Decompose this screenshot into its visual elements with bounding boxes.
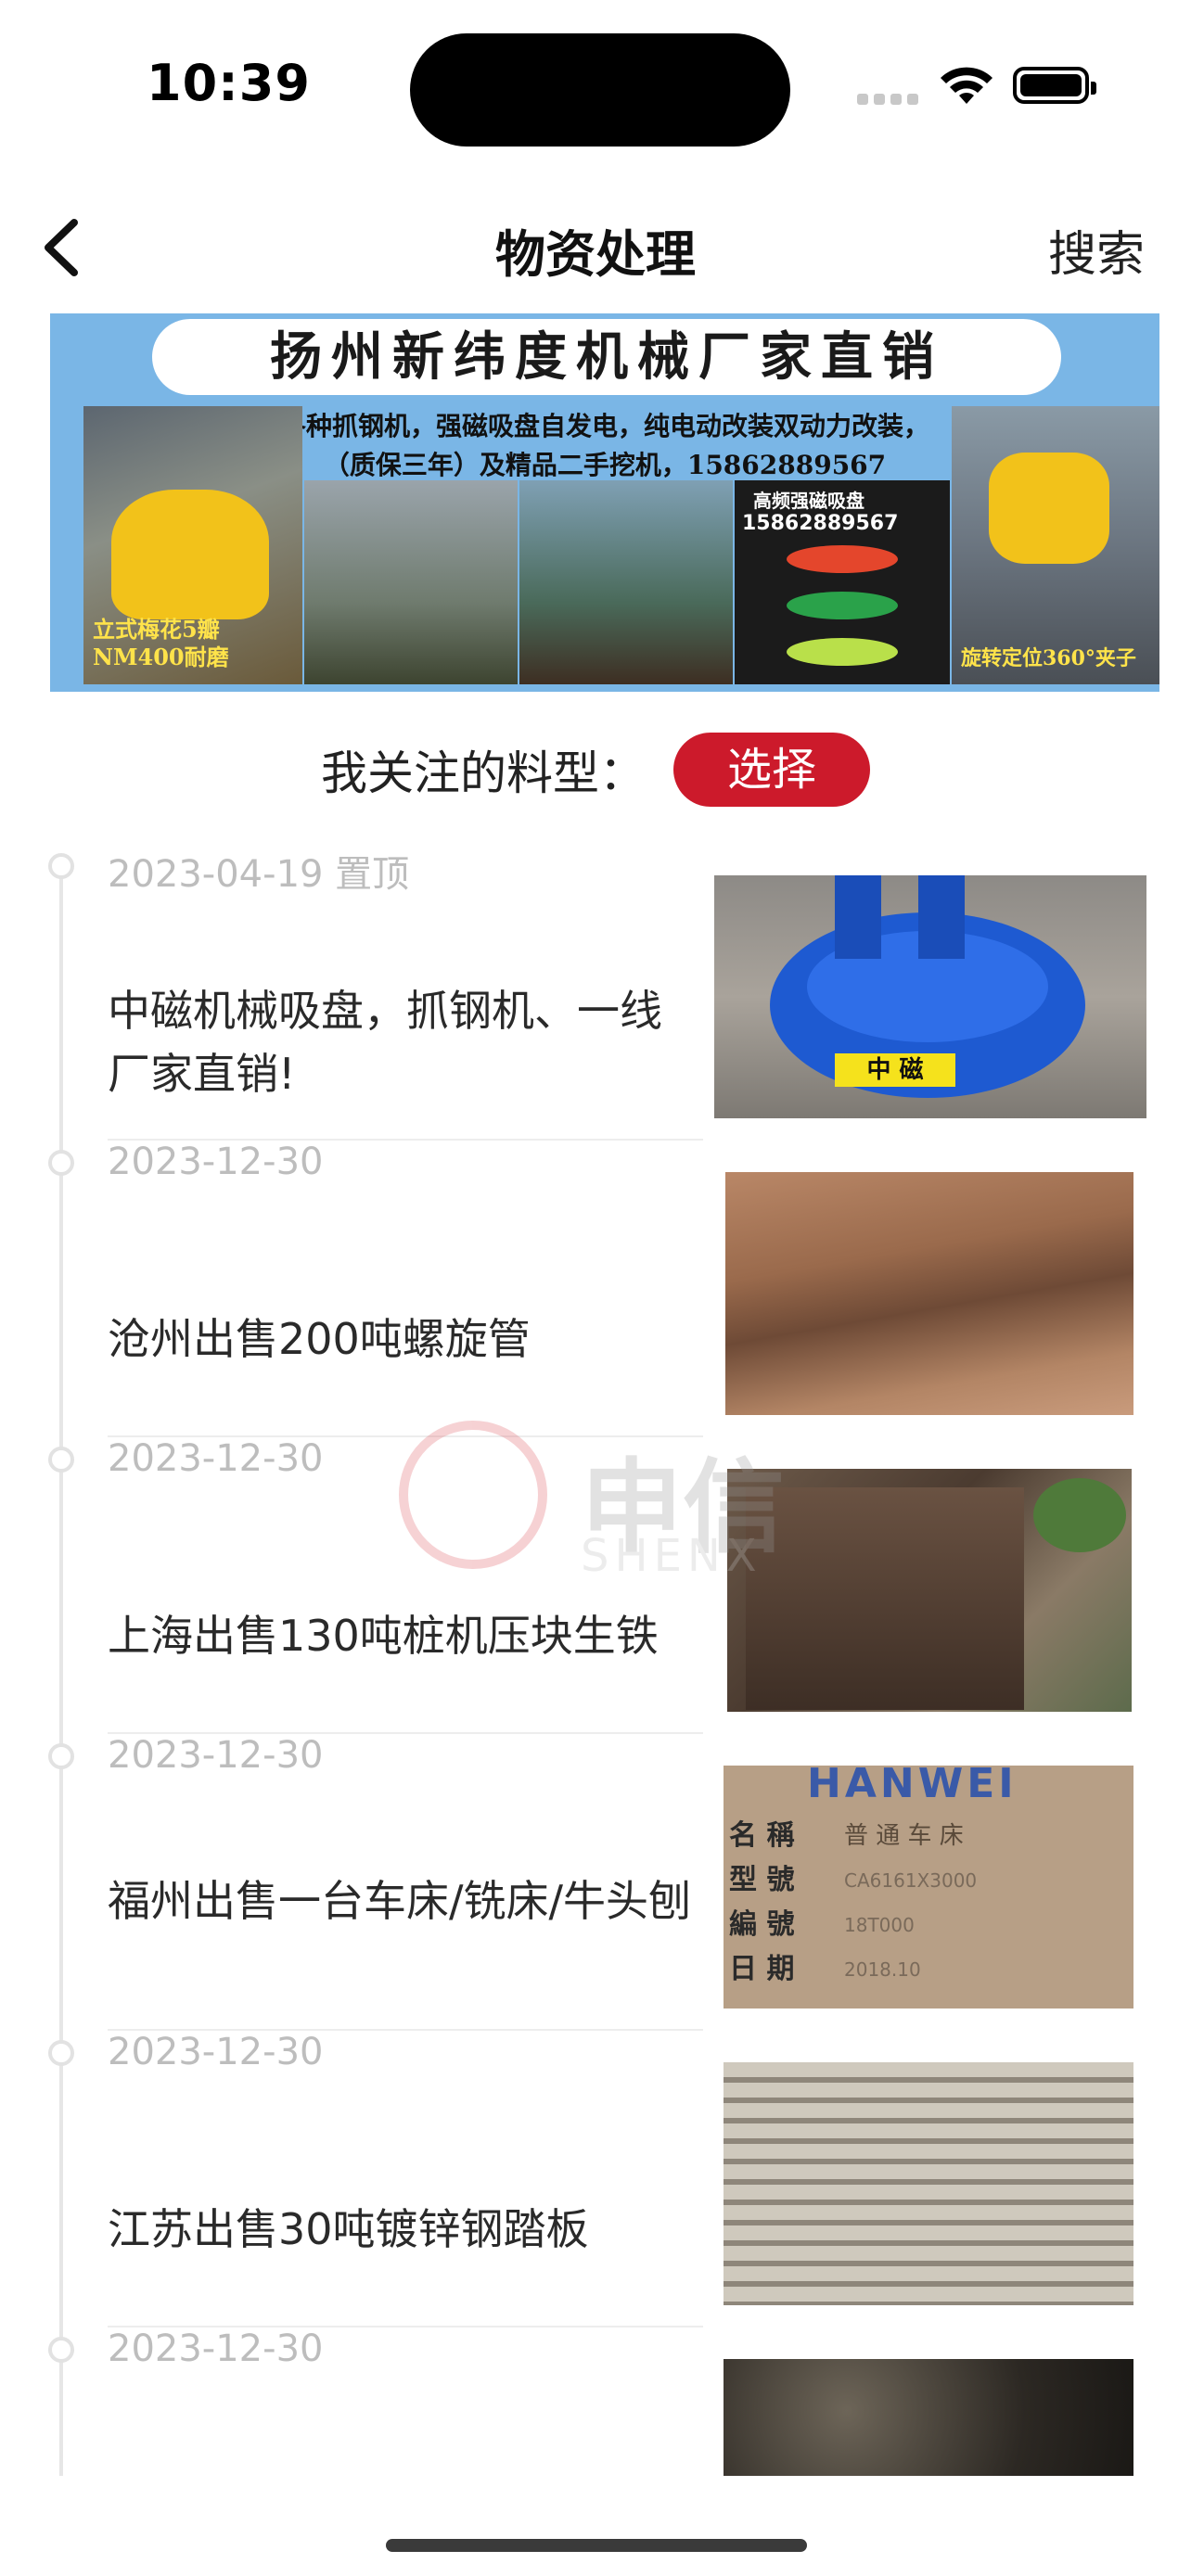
item-date: 2023-12-30 bbox=[108, 1734, 324, 1777]
advertisement-banner[interactable]: 扬州新纬度机械厂家直销 各种抓钢机，强磁吸盘自发电，纯电动改装双动力改装， （质… bbox=[50, 313, 1159, 692]
timeline-dot bbox=[48, 1150, 74, 1176]
cellular-signal-icon bbox=[857, 91, 924, 108]
item-thumbnail: HANWEI 名 稱 型 號 編 號 日 期 普 通 车 床 CA6161X30… bbox=[724, 1766, 1133, 2009]
banner-phone: 15862889567 bbox=[742, 512, 899, 535]
followed-material-label: 我关注的料型： bbox=[321, 746, 646, 800]
item-date: 2023-12-30 bbox=[108, 2031, 324, 2073]
item-title: 福州出售一台车床/铣床/牛头刨 bbox=[108, 1876, 691, 1926]
home-indicator[interactable] bbox=[386, 2539, 807, 2552]
item-title: 中磁机械吸盘，抓钢机、一线厂家直销! bbox=[108, 986, 662, 1099]
item-date: 2023-12-30 bbox=[108, 1437, 324, 1480]
listing-timeline: 2023-04-19 置顶 中磁机械吸盘，抓钢机、一线厂家直销! 中 磁 202… bbox=[0, 844, 1191, 2476]
nameplate-row-label: 名 稱 bbox=[729, 1819, 795, 1852]
nameplate-row-label: 日 期 bbox=[729, 1953, 795, 1985]
banner-excavator-photo-2 bbox=[519, 480, 733, 684]
item-title: 沧州出售200吨螺旋管 bbox=[108, 1314, 531, 1364]
banner-caption-left: 立式梅花5瓣 NM400耐磨 bbox=[93, 616, 229, 670]
item-title: 上海出售130吨桩机压块生铁 bbox=[108, 1611, 659, 1661]
timeline-dot bbox=[48, 2040, 74, 2066]
banner-caption-right: 旋转定位360°夹子 bbox=[961, 646, 1136, 670]
item-date: 2023-12-30 bbox=[108, 1141, 324, 1183]
timeline-dot bbox=[48, 2337, 74, 2363]
dynamic-island bbox=[410, 33, 790, 147]
nameplate-row-label: 型 號 bbox=[729, 1864, 795, 1896]
list-item[interactable]: 2023-12-30 江苏出售30吨镀锌钢踏板 bbox=[0, 2031, 1191, 2327]
status-time: 10:39 bbox=[147, 54, 311, 112]
nameplate-row-value: 2018.10 bbox=[844, 1958, 921, 1981]
item-date: 2023-04-19 置顶 bbox=[108, 853, 410, 896]
list-item[interactable]: 2023-12-30 bbox=[0, 2327, 1191, 2476]
list-item[interactable]: 2023-12-30 上海出售130吨桩机压块生铁 bbox=[0, 1437, 1191, 1734]
item-title: 江苏出售30吨镀锌钢踏板 bbox=[108, 2204, 589, 2254]
list-item[interactable]: 2023-12-30 福州出售一台车床/铣床/牛头刨 HANWEI 名 稱 型 … bbox=[0, 1734, 1191, 2031]
banner-excavator-photo bbox=[304, 480, 518, 684]
select-button[interactable]: 选择 bbox=[673, 733, 870, 807]
search-button[interactable]: 搜索 bbox=[1048, 215, 1145, 285]
list-item[interactable]: 2023-12-30 沧州出售200吨螺旋管 bbox=[0, 1141, 1191, 1437]
timeline-dot bbox=[48, 1447, 74, 1473]
banner-magnet-photo: 高频强磁吸盘 15862889567 bbox=[735, 480, 950, 684]
page-title: 物资处理 bbox=[495, 225, 696, 284]
item-thumbnail bbox=[724, 2359, 1133, 2476]
item-thumbnail: 中 磁 bbox=[714, 875, 1146, 1118]
banner-grapple-photo: 立式梅花5瓣 NM400耐磨 bbox=[83, 406, 302, 684]
nameplate-row-value: CA6161X3000 bbox=[844, 1869, 978, 1892]
nameplate-row-value: 普 通 车 床 bbox=[844, 1822, 964, 1850]
timeline-dot bbox=[48, 853, 74, 879]
item-thumbnail bbox=[727, 1469, 1132, 1712]
item-thumbnail bbox=[724, 2062, 1133, 2305]
nameplate-brand: HANWEI bbox=[807, 1766, 1018, 1807]
banner-caption-magnet: 高频强磁吸盘 bbox=[753, 490, 864, 512]
item-date: 2023-12-30 bbox=[108, 2327, 324, 2370]
item-thumbnail bbox=[725, 1172, 1133, 1415]
followed-material-row: 我关注的料型： 选择 bbox=[0, 733, 1191, 816]
navigation-bar: 物资处理 搜索 bbox=[0, 195, 1191, 297]
nameplate-row-label: 編 號 bbox=[729, 1908, 795, 1941]
timeline-dot bbox=[48, 1743, 74, 1769]
wifi-icon bbox=[941, 67, 992, 104]
nameplate-row-value: 18T000 bbox=[844, 1914, 915, 1936]
status-bar: 10:39 bbox=[0, 0, 1191, 176]
banner-headline: 扬州新纬度机械厂家直销 bbox=[152, 319, 1061, 395]
banner-rotating-grapple-photo: 旋转定位360°夹子 bbox=[952, 406, 1159, 684]
list-item[interactable]: 2023-04-19 置顶 中磁机械吸盘，抓钢机、一线厂家直销! 中 磁 bbox=[0, 844, 1191, 1141]
battery-icon bbox=[1013, 67, 1096, 104]
magnet-label: 中 磁 bbox=[835, 1053, 955, 1087]
